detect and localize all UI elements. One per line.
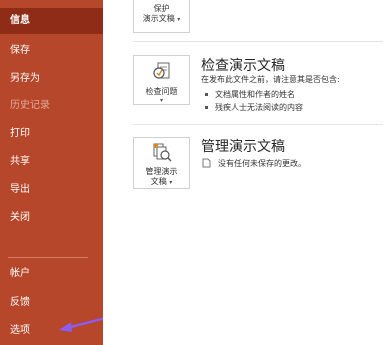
inspect-document-icon	[152, 62, 169, 79]
nav-item-export[interactable]: 导出	[0, 177, 103, 203]
protect-button-line2: 演示文稿	[142, 14, 175, 23]
info-content-pane: 保护 演示文稿 ▾ 检查问题 ▾ 检查演示文稿 在发布此文件之前，请注意其是否包…	[103, 0, 389, 345]
bullet-dot-icon	[205, 93, 208, 96]
manage-document-icon	[153, 143, 171, 162]
protect-button-line2-wrap: 演示文稿 ▾	[134, 14, 189, 25]
section-divider	[133, 124, 383, 125]
protect-button-line1: 保护	[153, 4, 170, 13]
manage-button-line1: 管理演示	[145, 167, 178, 176]
chevron-down-icon: ▾	[169, 179, 173, 186]
inspect-section-description: 在发布此文件之前，请注意其是否包含:	[201, 75, 340, 84]
check-issues-label: 检查问题	[145, 87, 178, 96]
nav-item-save-as[interactable]: 另存为	[0, 66, 103, 92]
nav-item-print[interactable]: 打印	[0, 121, 103, 147]
nav-item-history[interactable]: 历史记录	[0, 93, 103, 119]
nav-item-save[interactable]: 保存	[0, 38, 103, 64]
chevron-down-icon: ▾	[177, 16, 181, 23]
check-issues-button[interactable]: 检查问题 ▾	[133, 55, 190, 105]
inspect-bullet-1: 文档属性和作者的姓名	[205, 89, 295, 100]
nav-item-account[interactable]: 帐户	[0, 261, 103, 287]
inspect-bullet-1-text: 文档属性和作者的姓名	[215, 90, 295, 99]
inspect-bullet-2-text: 残疾人士无法阅读的内容	[215, 103, 303, 112]
section-divider	[133, 41, 383, 42]
sidebar-divider	[8, 257, 88, 258]
document-icon	[202, 158, 211, 168]
nav-item-close[interactable]: 关闭	[0, 205, 103, 231]
nav-item-info[interactable]: 信息	[0, 8, 103, 34]
bullet-dot-icon	[205, 106, 208, 109]
manage-section-description: 没有任何未保存的更改。	[218, 159, 306, 168]
backstage-sidebar: 信息 保存 另存为 历史记录 打印 共享 导出 关闭 帐户 反馈 选项	[0, 0, 103, 345]
manage-button-line2: 文稿	[150, 177, 167, 186]
manage-presentation-button[interactable]: 管理演示 文稿 ▾	[133, 137, 190, 189]
nav-item-share[interactable]: 共享	[0, 149, 103, 175]
manage-section-title: 管理演示文稿	[201, 139, 285, 155]
chevron-down-icon: ▾	[159, 97, 163, 104]
inspect-bullet-2: 残疾人士无法阅读的内容	[205, 102, 303, 113]
inspect-section-title: 检查演示文稿	[201, 58, 285, 74]
manage-button-line2-wrap: 文稿 ▾	[134, 177, 189, 188]
protect-presentation-button[interactable]: 保护 演示文稿 ▾	[133, 0, 190, 33]
